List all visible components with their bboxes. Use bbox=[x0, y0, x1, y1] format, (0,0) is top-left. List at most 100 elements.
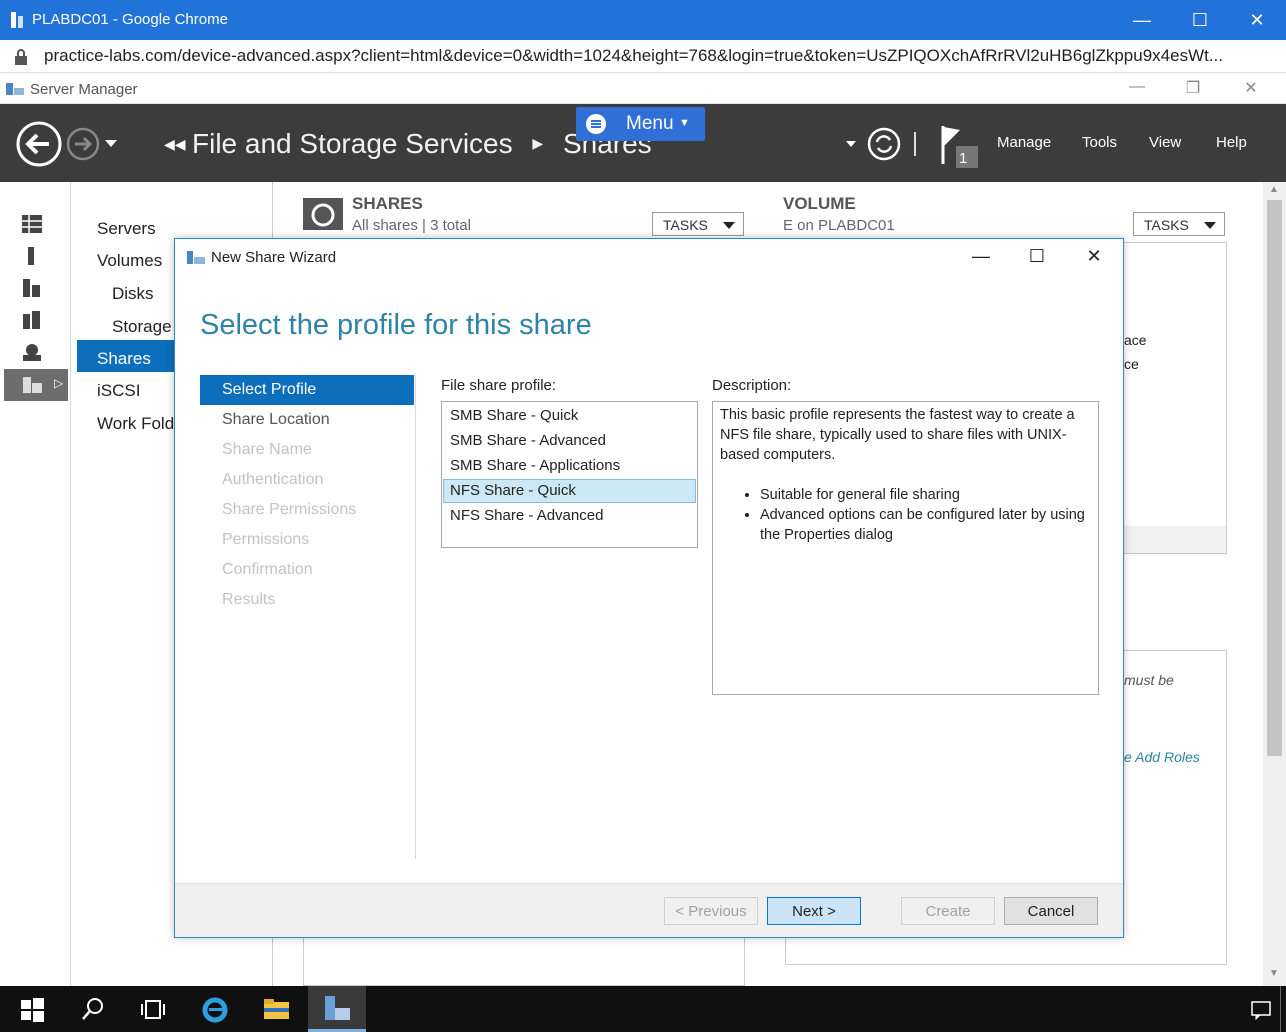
breadcrumb-separator-icon: ▶ bbox=[532, 135, 544, 151]
file-share-profile-label: File share profile: bbox=[441, 377, 557, 394]
server-manager-title: Server Manager bbox=[30, 81, 138, 98]
remote-menu-button[interactable]: Menu ▼ bbox=[576, 107, 705, 141]
windows-taskbar bbox=[0, 986, 1286, 1032]
address-bar[interactable]: practice-labs.com/device-advanced.aspx?c… bbox=[0, 40, 1286, 73]
view-menu[interactable]: View bbox=[1149, 134, 1181, 151]
step-select-profile[interactable]: Select Profile bbox=[200, 375, 414, 405]
wizard-maximize-button[interactable]: ☐ bbox=[1022, 246, 1052, 270]
profile-smb-quick[interactable]: SMB Share - Quick bbox=[443, 404, 696, 428]
sm-restore-button[interactable]: ❐ bbox=[1180, 78, 1206, 100]
internet-explorer-icon[interactable] bbox=[200, 994, 230, 1024]
close-button[interactable]: ✕ bbox=[1243, 6, 1271, 34]
action-center-icon[interactable] bbox=[1250, 1000, 1272, 1020]
header-divider bbox=[914, 132, 916, 156]
server-manager-taskbar-button[interactable] bbox=[308, 986, 366, 1032]
shares-tasks-button[interactable]: TASKS bbox=[652, 212, 744, 236]
chevron-down-icon bbox=[1204, 222, 1216, 229]
maximize-button[interactable]: ☐ bbox=[1186, 6, 1214, 34]
steps-divider bbox=[415, 375, 416, 859]
nav-item-volumes[interactable]: Volumes bbox=[97, 251, 162, 271]
wizard-footer: < Previous Next > Create Cancel bbox=[175, 883, 1123, 937]
description-box: This basic profile represents the fastes… bbox=[712, 401, 1099, 695]
forward-arrow-icon[interactable] bbox=[65, 126, 101, 162]
profile-smb-advanced[interactable]: SMB Share - Advanced bbox=[443, 429, 696, 453]
shares-title: SHARES bbox=[352, 194, 423, 213]
step-results: Results bbox=[222, 591, 276, 608]
quota-fragment-1: must be bbox=[1124, 672, 1174, 688]
wizard-close-button[interactable]: ✕ bbox=[1079, 246, 1109, 270]
previous-button[interactable]: < Previous bbox=[664, 897, 758, 925]
description-bullet: Advanced options can be configured later… bbox=[760, 505, 1091, 545]
volume-title: VOLUME bbox=[783, 194, 856, 213]
description-bullet: Suitable for general file sharing bbox=[760, 485, 1091, 505]
step-share-name: Share Name bbox=[222, 441, 312, 458]
volume-tasks-button[interactable]: TASKS bbox=[1133, 212, 1225, 236]
help-menu[interactable]: Help bbox=[1216, 134, 1247, 151]
description-label: Description: bbox=[712, 377, 792, 394]
minimize-button[interactable]: — bbox=[1128, 6, 1156, 34]
step-permissions: Permissions bbox=[222, 531, 310, 548]
step-authentication: Authentication bbox=[222, 471, 324, 488]
dashboard-icon[interactable] bbox=[22, 215, 42, 233]
back-arrow-icon[interactable] bbox=[15, 120, 63, 168]
wizard-heading: Select the profile for this share bbox=[200, 309, 592, 341]
file-share-profile-list[interactable]: SMB Share - Quick SMB Share - Advanced S… bbox=[441, 401, 698, 548]
url-text[interactable]: practice-labs.com/device-advanced.aspx?c… bbox=[44, 46, 1274, 66]
file-storage-icon bbox=[23, 377, 42, 393]
chevron-down-icon[interactable] bbox=[104, 139, 118, 149]
server-manager-icon bbox=[6, 83, 24, 95]
iis-icon[interactable] bbox=[22, 343, 42, 361]
vertical-scrollbar[interactable]: ▲ ▼ bbox=[1263, 182, 1286, 986]
sm-close-button[interactable]: ✕ bbox=[1238, 78, 1264, 100]
local-server-icon[interactable] bbox=[22, 247, 42, 265]
nav-item-storage[interactable]: Storage bbox=[112, 317, 172, 337]
nav-item-servers[interactable]: Servers bbox=[97, 219, 156, 239]
tools-menu[interactable]: Tools bbox=[1082, 134, 1117, 151]
breadcrumb-root[interactable]: File and Storage Services bbox=[192, 128, 513, 159]
wizard-icon bbox=[187, 251, 205, 264]
menu-caret-icon: ▼ bbox=[679, 117, 690, 129]
profile-smb-applications[interactable]: SMB Share - Applications bbox=[443, 454, 696, 478]
chrome-titlebar: PLABDC01 - Google Chrome — ☐ ✕ bbox=[0, 0, 1286, 40]
search-icon[interactable] bbox=[78, 994, 108, 1024]
show-desktop-divider[interactable] bbox=[1280, 986, 1281, 1032]
chevron-down-icon bbox=[723, 222, 735, 229]
wizard-title: New Share Wizard bbox=[211, 249, 337, 266]
create-button[interactable]: Create bbox=[901, 897, 995, 925]
file-storage-rail-selected[interactable]: ▷ bbox=[4, 369, 68, 401]
lock-icon bbox=[15, 49, 27, 65]
shares-tasks-label: TASKS bbox=[663, 217, 708, 233]
all-servers-icon[interactable] bbox=[22, 279, 42, 297]
task-view-icon[interactable] bbox=[138, 994, 168, 1024]
file-services-icon[interactable] bbox=[22, 311, 42, 329]
profile-nfs-quick[interactable]: NFS Share - Quick bbox=[443, 479, 696, 503]
add-roles-link[interactable]: e Add Roles bbox=[1124, 749, 1200, 765]
description-text: This basic profile represents the fastes… bbox=[720, 407, 1075, 463]
step-confirmation: Confirmation bbox=[222, 561, 313, 578]
nav-item-work-folders[interactable]: Work Fold bbox=[97, 414, 174, 434]
cancel-button[interactable]: Cancel bbox=[1004, 897, 1098, 925]
scroll-down-icon[interactable]: ▼ bbox=[1269, 968, 1279, 979]
scrollbar-thumb[interactable] bbox=[1267, 200, 1282, 756]
windows-start-icon[interactable] bbox=[17, 994, 47, 1024]
manage-menu[interactable]: Manage bbox=[997, 134, 1051, 151]
shares-icon bbox=[303, 198, 343, 230]
new-share-wizard-dialog: New Share Wizard — ☐ ✕ Select the profil… bbox=[174, 238, 1124, 938]
wizard-minimize-button[interactable]: — bbox=[966, 246, 996, 270]
next-button[interactable]: Next > bbox=[767, 897, 861, 925]
file-explorer-icon[interactable] bbox=[261, 994, 291, 1024]
nav-item-disks[interactable]: Disks bbox=[112, 284, 154, 304]
volume-subtitle: E on PLABDC01 bbox=[783, 217, 895, 234]
scroll-up-icon[interactable]: ▲ bbox=[1269, 184, 1279, 195]
window-title: PLABDC01 - Google Chrome bbox=[32, 11, 228, 28]
dropdown-icon[interactable] bbox=[845, 140, 857, 148]
refresh-icon[interactable] bbox=[866, 126, 902, 162]
step-share-location[interactable]: Share Location bbox=[200, 405, 414, 435]
volume-fragment-2: ce bbox=[1124, 356, 1139, 372]
nav-item-shares[interactable]: Shares bbox=[97, 349, 151, 369]
sm-minimize-button[interactable]: — bbox=[1124, 78, 1150, 100]
profile-nfs-advanced[interactable]: NFS Share - Advanced bbox=[443, 504, 696, 528]
nav-item-iscsi[interactable]: iSCSI bbox=[97, 381, 140, 401]
volume-tasks-label: TASKS bbox=[1144, 217, 1189, 233]
menu-label: Menu bbox=[626, 113, 674, 134]
